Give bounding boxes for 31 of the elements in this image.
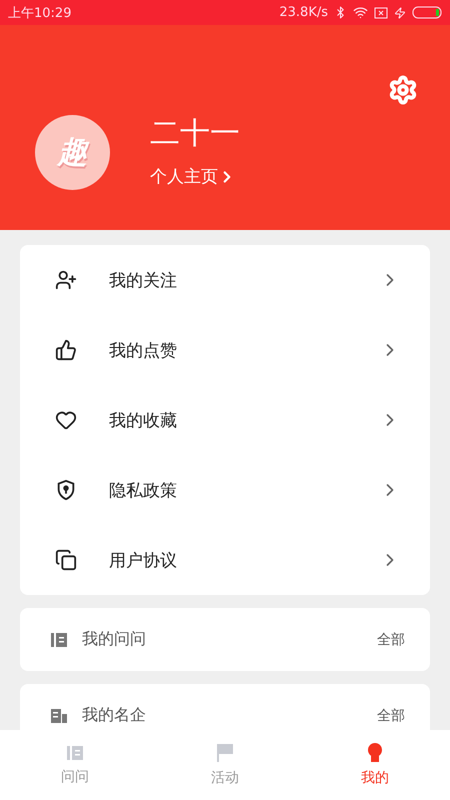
person-icon [366, 743, 384, 763]
building-icon [50, 706, 68, 724]
menu-item[interactable]: 我的关注 [109, 268, 380, 292]
homepage-link[interactable]: 个人主页 [150, 165, 240, 188]
list-icon [50, 630, 68, 648]
menu-item[interactable]: 用户协议 [109, 548, 380, 572]
user-plus-icon [55, 269, 77, 291]
view-all-link[interactable]: 全部 [377, 706, 405, 724]
bluetooth-icon [334, 6, 347, 19]
menu-item[interactable]: 我的收藏 [109, 408, 380, 432]
list-icon [66, 744, 84, 762]
thumbs-up-icon [55, 339, 77, 361]
network-speed: 23.8K/s [279, 5, 328, 20]
shield-icon [55, 479, 77, 501]
user-name: 二十一 [150, 117, 240, 151]
view-all-link[interactable]: 全部 [377, 630, 405, 648]
sim-icon [374, 6, 388, 18]
heart-icon [55, 409, 77, 431]
avatar: 趣 [35, 115, 110, 190]
menu-item[interactable]: 隐私政策 [109, 478, 380, 502]
menu-item[interactable]: 我的点赞 [109, 338, 380, 362]
section-title: 我的名企 [82, 705, 147, 726]
wifi-icon [353, 5, 368, 20]
documents-icon [55, 549, 77, 571]
battery-icon [412, 6, 442, 19]
tab[interactable]: 我的 [300, 730, 450, 800]
status-time: 上午10:29 [8, 4, 72, 22]
section-title: 我的问问 [82, 629, 147, 650]
settings-icon[interactable] [388, 75, 418, 105]
flag-icon [216, 743, 234, 763]
charging-icon [394, 6, 406, 18]
